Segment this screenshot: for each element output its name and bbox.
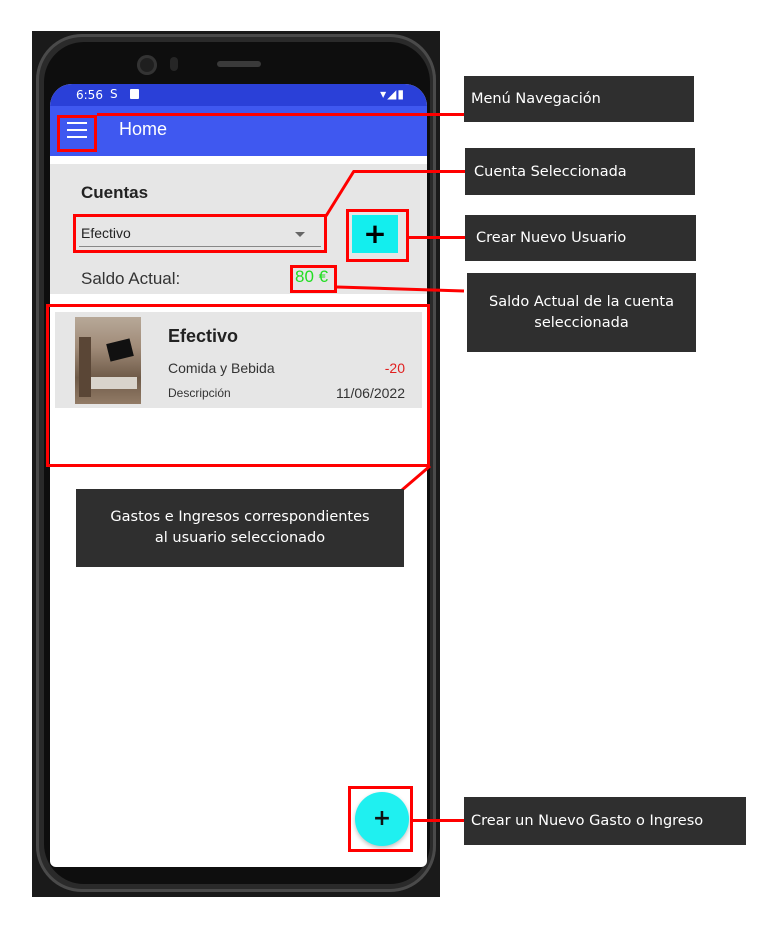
camera-icon bbox=[137, 55, 157, 75]
account-connector-top bbox=[353, 170, 465, 173]
callout-menu: Menú Navegación bbox=[464, 76, 694, 122]
page-title: Home bbox=[119, 119, 168, 139]
callout-transactions: Gastos e Ingresos correspondientes al us… bbox=[76, 489, 404, 567]
sd-card-icon bbox=[130, 89, 139, 99]
menu-connector bbox=[97, 113, 464, 116]
callout-create-user: Crear Nuevo Usuario bbox=[465, 215, 696, 261]
speaker-grille bbox=[217, 61, 261, 67]
callout-create-entry: Crear un Nuevo Gasto o Ingreso bbox=[464, 797, 746, 845]
balance-highlight bbox=[290, 265, 337, 293]
callout-balance: Saldo Actual de la cuenta seleccionada bbox=[467, 273, 696, 352]
menu-highlight bbox=[57, 115, 97, 152]
transactions-highlight bbox=[46, 304, 430, 467]
callout-account-selected: Cuenta Seleccionada bbox=[465, 148, 695, 195]
accounts-label: Cuentas bbox=[81, 183, 149, 202]
fab-connector bbox=[413, 819, 464, 822]
fab-highlight bbox=[348, 786, 413, 852]
add-user-connector bbox=[409, 236, 465, 239]
account-highlight bbox=[73, 214, 327, 253]
status-time: 6:56 bbox=[76, 88, 103, 102]
add-user-highlight bbox=[346, 209, 409, 262]
app-screen: 6:56 S ▾◢▮ Home Cuentas Efectivo + Saldo… bbox=[50, 84, 427, 867]
signal-battery-icons: ▾◢▮ bbox=[380, 87, 405, 101]
status-bar: 6:56 S ▾◢▮ bbox=[50, 84, 427, 106]
sim-icon: S bbox=[110, 87, 118, 101]
balance-label: Saldo Actual: bbox=[81, 269, 181, 288]
sensor-icon bbox=[170, 57, 178, 71]
